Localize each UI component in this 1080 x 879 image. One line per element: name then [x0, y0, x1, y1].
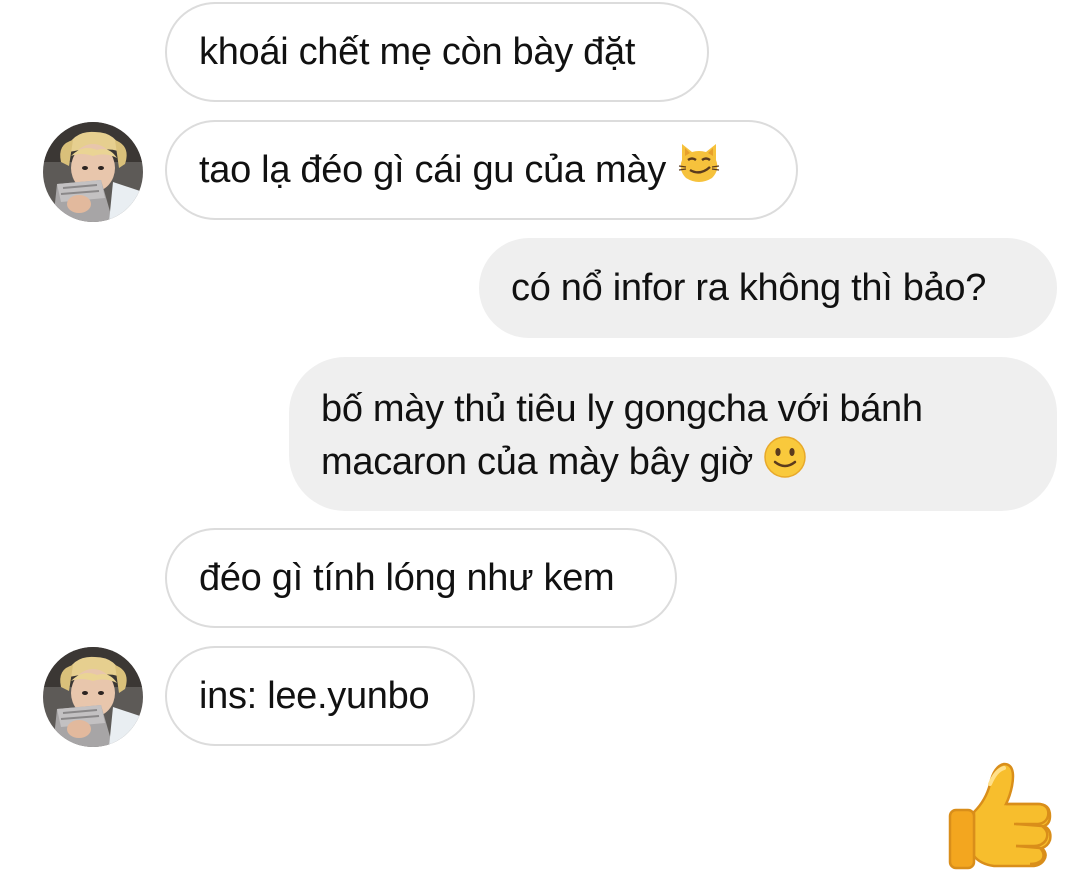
- slightly-smiling-face-icon: [763, 435, 807, 493]
- avatar[interactable]: [43, 647, 143, 747]
- message-line: bố mày thủ tiêu ly gongcha với bánh: [321, 388, 923, 430]
- message-text: khoái chết mẹ còn bày đặt: [199, 31, 636, 73]
- message-line-with-emoji: macaron của mày bây giờ: [321, 435, 1025, 493]
- message-bubble-incoming[interactable]: đéo gì tính lóng như kem: [165, 528, 677, 628]
- message-bubble-incoming[interactable]: tao lạ đéo gì cái gu của mày: [165, 120, 798, 220]
- message-bubble-incoming[interactable]: ins: lee.yunbo: [165, 646, 475, 746]
- message-line: macaron của mày bây giờ: [321, 441, 753, 484]
- message-text: ins: lee.yunbo: [199, 675, 430, 717]
- chat-thread: khoái chết mẹ còn bày đặt tao lạ đéo gì …: [0, 0, 1080, 879]
- smirking-cat-icon: [676, 140, 722, 200]
- message-bubble-outgoing[interactable]: có nổ infor ra không thì bảo?: [479, 238, 1057, 338]
- message-text: đéo gì tính lóng như kem: [199, 557, 615, 599]
- message-text: có nổ infor ra không thì bảo?: [511, 267, 987, 309]
- message-bubble-incoming[interactable]: khoái chết mẹ còn bày đặt: [165, 2, 709, 102]
- thumbs-up-icon[interactable]: [946, 760, 1058, 872]
- avatar[interactable]: [43, 122, 143, 222]
- message-text: tao lạ đéo gì cái gu của mày: [199, 149, 666, 191]
- message-bubble-outgoing[interactable]: bố mày thủ tiêu ly gongcha với bánh maca…: [289, 357, 1057, 511]
